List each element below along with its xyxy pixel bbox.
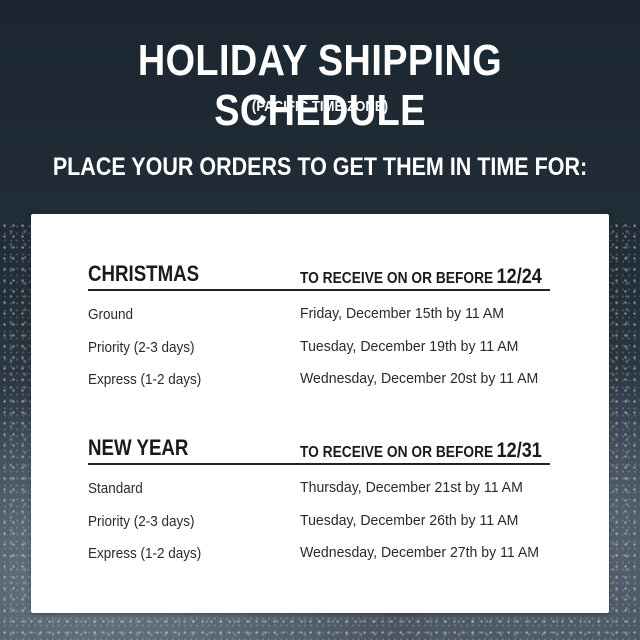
shipping-row: Priority (2-3 days) Tuesday, December 26…: [88, 511, 550, 546]
section-header: CHRISTMAS TO RECEIVE ON OR BEFORE 12/24: [88, 258, 550, 291]
order-deadline: Thursday, December 21st by 11 AM: [300, 479, 523, 496]
shipping-method: Standard: [88, 480, 143, 497]
shipping-method: Priority (2-3 days): [88, 338, 195, 356]
order-deadline: Wednesday, December 27th by 11 AM: [300, 544, 540, 561]
shipping-row: Ground Friday, December 15th by 11 AM: [88, 305, 550, 339]
section-christmas: CHRISTMAS TO RECEIVE ON OR BEFORE 12/24 G…: [88, 258, 550, 404]
shipping-row: Express (1-2 days) Wednesday, December 2…: [88, 370, 550, 404]
order-deadline: Tuesday, December 19th by 11 AM: [300, 337, 519, 355]
receive-by-label: TO RECEIVE ON OR BEFORE 12/24: [300, 265, 542, 289]
shipping-row: Standard Thursday, December 21st by 11 A…: [88, 479, 550, 513]
shipping-method: Express (1-2 days): [88, 371, 202, 388]
receive-label-text: TO RECEIVE ON OR BEFORE: [300, 444, 494, 461]
shipping-method: Priority (2-3 days): [88, 512, 195, 530]
receive-date: 12/31: [496, 439, 542, 462]
receive-by-label: TO RECEIVE ON OR BEFORE 12/31: [300, 439, 542, 463]
shipping-row: Priority (2-3 days) Tuesday, December 19…: [88, 337, 550, 372]
order-instruction: PLACE YOUR ORDERS TO GET THEM IN TIME FO…: [52, 153, 588, 181]
receive-date: 12/24: [496, 265, 542, 288]
order-deadline: Tuesday, December 26th by 11 AM: [300, 511, 519, 529]
section-title: NEW YEAR: [88, 435, 189, 460]
section-header: NEW YEAR TO RECEIVE ON OR BEFORE 12/31: [88, 432, 550, 465]
section-new-year: NEW YEAR TO RECEIVE ON OR BEFORE 12/31 St…: [88, 432, 550, 578]
shipping-rows: Ground Friday, December 15th by 11 AM Pr…: [88, 305, 550, 404]
shipping-method: Express (1-2 days): [88, 545, 202, 562]
order-deadline: Friday, December 15th by 11 AM: [300, 305, 505, 322]
receive-label-text: TO RECEIVE ON OR BEFORE: [300, 270, 494, 287]
time-zone-subtitle: (PACIFIC TIME ZONE): [251, 98, 389, 115]
section-title: CHRISTMAS: [88, 261, 200, 286]
page-title: HOLIDAY SHIPPING SCHEDULE: [137, 36, 503, 135]
schedule-card: CHRISTMAS TO RECEIVE ON OR BEFORE 12/24 G…: [31, 214, 609, 613]
shipping-row: Express (1-2 days) Wednesday, December 2…: [88, 544, 550, 578]
shipping-method: Ground: [88, 306, 134, 323]
shipping-rows: Standard Thursday, December 21st by 11 A…: [88, 479, 550, 578]
order-deadline: Wednesday, December 20st by 11 AM: [300, 370, 539, 387]
